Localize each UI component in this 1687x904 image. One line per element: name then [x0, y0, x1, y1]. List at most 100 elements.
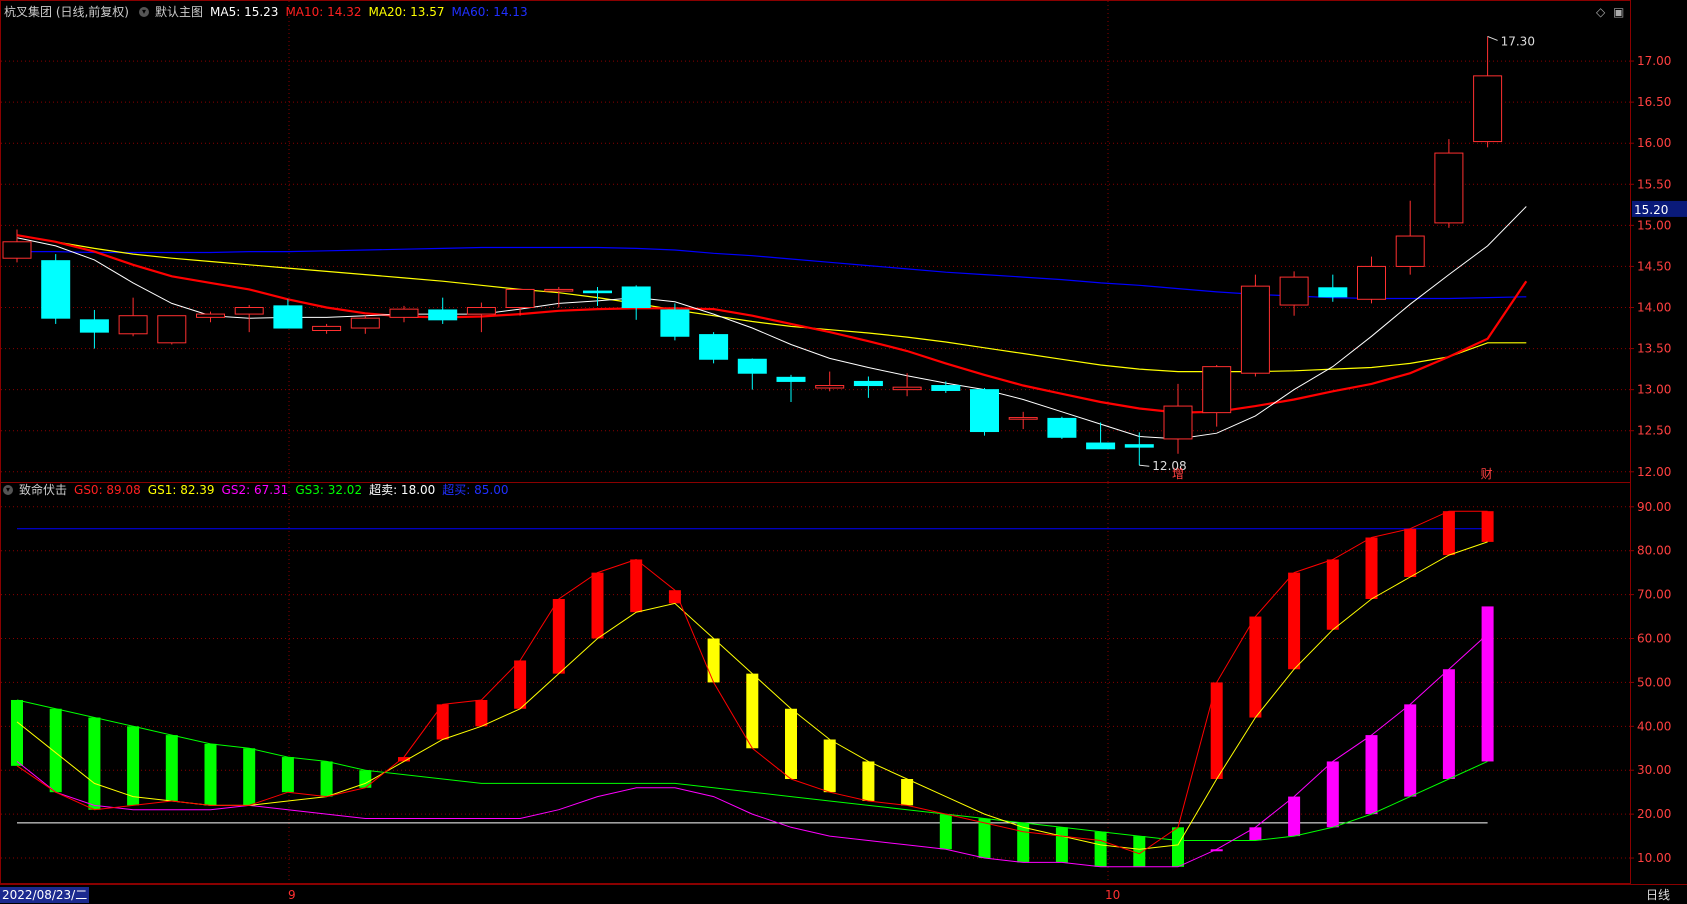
candle-body	[892, 386, 922, 391]
candle	[1357, 256, 1386, 304]
main-mode-label[interactable]: 默认主图	[155, 3, 203, 21]
candle-body	[1086, 442, 1116, 450]
ma20-label: MA20: 13.57	[368, 5, 445, 19]
indicator-title[interactable]: 致命伏击	[19, 481, 67, 499]
indicator-tick-label: 30.00	[1637, 763, 1671, 777]
indicator-bar-gs2	[1365, 735, 1378, 815]
candle-body	[815, 385, 845, 389]
candle	[389, 305, 419, 323]
candle-body	[970, 389, 999, 433]
candle	[41, 254, 71, 324]
price-tick-label: 15.50	[1637, 177, 1671, 191]
stock-title[interactable]: 杭叉集团 (日线,前复权)	[4, 3, 129, 21]
price-tick-label: 12.50	[1637, 424, 1671, 438]
candle	[699, 332, 729, 364]
candle	[1240, 274, 1270, 377]
candle-body	[466, 307, 496, 315]
candle	[737, 358, 767, 390]
candle-body	[931, 385, 961, 391]
main-chart-header: 杭叉集团 (日线,前复权) ▾ 默认主图 MA5: 15.23 MA10: 14…	[0, 3, 535, 21]
candle	[1202, 365, 1232, 427]
candle-body	[41, 260, 71, 319]
ma60-label: MA60: 14.13	[451, 5, 528, 19]
candle-body	[1395, 235, 1425, 267]
indicator-header: ▾ 致命伏击 GS0: 89.08 GS1: 82.39 GS2: 67.31 …	[0, 481, 516, 499]
candle	[428, 297, 458, 324]
indicator-bar-gs2	[1481, 606, 1494, 762]
candle	[1279, 271, 1309, 316]
indicator-bar	[1365, 537, 1378, 599]
indicator-bar	[823, 739, 836, 793]
candle-body	[1047, 417, 1077, 438]
candle	[892, 373, 922, 397]
cursor-date-label: 2022/08/23/二	[0, 887, 90, 903]
month-label-9: 9	[288, 888, 296, 902]
indicator-bar	[1481, 511, 1494, 542]
candle-body	[1473, 75, 1503, 143]
indicator-bar	[127, 726, 140, 806]
indicator-bar	[1249, 616, 1262, 718]
candle	[815, 371, 845, 392]
dropdown-icon[interactable]: ▾	[3, 485, 13, 495]
price-tick-label: 13.50	[1637, 342, 1671, 356]
candle-body	[1240, 285, 1270, 374]
candle-body	[699, 334, 729, 360]
indicator-bar	[11, 699, 23, 766]
candle	[621, 285, 651, 320]
indicator-bar	[862, 761, 875, 801]
indicator-bar	[591, 572, 604, 639]
candle-body	[1008, 417, 1038, 420]
candle	[2, 229, 32, 263]
indicator-bar	[785, 708, 797, 780]
candle-body	[583, 290, 612, 294]
candle	[1473, 36, 1503, 148]
dropdown-icon[interactable]: ▾	[139, 7, 149, 17]
indicator-bar-gs2	[1326, 761, 1339, 828]
indicator-bar	[1326, 559, 1339, 630]
candle-body	[2, 241, 32, 259]
candle	[157, 315, 187, 345]
gs1-label: GS1: 82.39	[147, 483, 215, 497]
candle	[1395, 200, 1425, 275]
current-price-tag: 15.20	[1634, 203, 1668, 217]
candle-body	[544, 288, 574, 292]
candle	[1086, 422, 1116, 450]
period-label[interactable]: 日线	[1646, 887, 1670, 903]
ma5-line	[16, 206, 1527, 440]
gs2-label: GS2: 67.31	[221, 483, 289, 497]
candle-body	[273, 305, 303, 329]
candle-body	[621, 286, 651, 309]
indicator-bar	[281, 757, 294, 793]
indicator-bar	[746, 673, 759, 749]
gs2-line	[16, 633, 1488, 868]
candle	[970, 388, 999, 436]
candle-body	[350, 317, 380, 329]
indicator-bar	[901, 779, 914, 806]
candle	[853, 376, 883, 398]
candle	[118, 297, 148, 337]
indicator-bar	[1172, 827, 1184, 867]
indicator-bar	[49, 708, 62, 793]
candle	[1434, 139, 1464, 228]
indicator-bar	[1055, 827, 1068, 863]
indicator-tick-label: 40.00	[1637, 719, 1671, 733]
candle	[1008, 411, 1038, 430]
candle-body	[1202, 366, 1232, 414]
candle-body	[196, 313, 225, 318]
ma10-label: MA10: 14.32	[285, 5, 362, 19]
overbought-label: 超买: 85.00	[442, 483, 509, 497]
window-icon[interactable]: ▣	[1613, 5, 1624, 19]
month-label-10: 10	[1105, 888, 1121, 902]
candle-body	[234, 307, 264, 315]
oversold-label: 超卖: 18.00	[369, 483, 436, 497]
candle-body	[660, 309, 690, 337]
price-tick-label: 15.00	[1637, 218, 1671, 232]
indicator-tick-label: 50.00	[1637, 675, 1671, 689]
candle-body	[737, 358, 767, 374]
candle	[196, 311, 225, 323]
indicator-bar	[552, 598, 565, 674]
chart-canvas[interactable]: 12.00 12.50 13.00 13.50 14.00 14.50 15.00 15.50…	[0, 0, 1687, 904]
price-tick-label: 12.00	[1637, 465, 1671, 479]
candle-body	[79, 319, 109, 333]
diamond-icon[interactable]: ◇	[1596, 5, 1605, 19]
